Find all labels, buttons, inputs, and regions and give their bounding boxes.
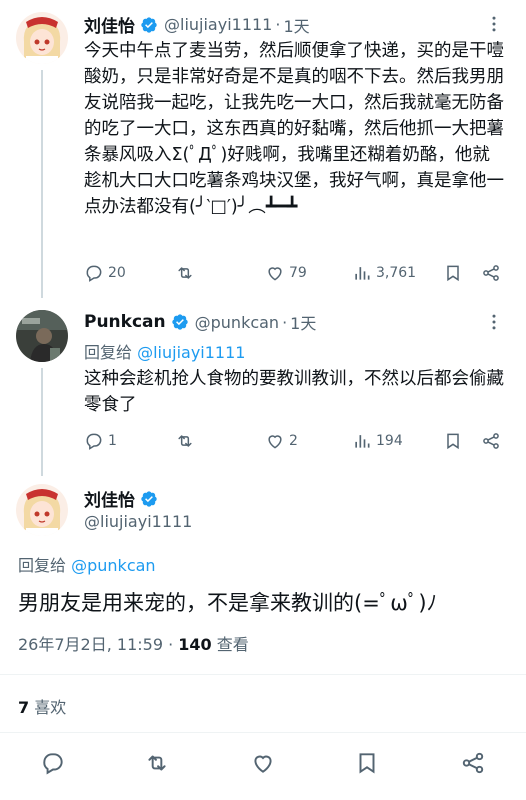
handle[interactable]: @liujiayi1111: [84, 512, 192, 531]
tweet-header: Punkcan @punkcan · 1天: [84, 310, 316, 334]
reply-button[interactable]: 20: [84, 263, 126, 283]
view-count: 3,761: [376, 265, 417, 281]
like-button[interactable]: 2: [265, 431, 298, 451]
reply-icon: [86, 433, 102, 450]
retweet-icon: [178, 435, 192, 447]
avatar[interactable]: [16, 310, 68, 362]
like-button[interactable]: 79: [265, 263, 307, 283]
tweet-text: 今天中午点了麦当劳，然后顺便拿了快递，买的是干噎酸奶，只是非常好奇是不是真的咽不…: [84, 41, 504, 217]
heart-icon: [268, 267, 282, 281]
verified-badge-icon: [141, 16, 157, 33]
like-count: 2: [289, 433, 298, 449]
retweet-button[interactable]: [175, 263, 195, 283]
separator: ·: [275, 15, 281, 34]
tweet-text: 这种会趁机抢人食物的要教训教训，不然以后都会偷藏零食了: [84, 369, 504, 415]
tweet-text: 男朋友是用来宠的，不是拿来教训的(=ﾟωﾟ)ﾉ: [18, 591, 438, 615]
views-chart-icon: [355, 267, 370, 280]
display-name[interactable]: 刘佳怡: [84, 486, 135, 511]
tweet-meta: 26年7月2日, 11:59 · 140 查看: [18, 631, 249, 655]
heart-icon[interactable]: [250, 750, 276, 776]
likes-label: 喜欢: [29, 698, 67, 717]
views-label: 查看: [211, 635, 249, 654]
separator: ·: [282, 312, 288, 332]
avatar[interactable]: [16, 484, 68, 536]
tweet-date[interactable]: 26年7月2日, 11:59 ·: [18, 635, 178, 654]
bookmark-icon[interactable]: [443, 263, 463, 283]
like-count: 79: [289, 265, 307, 281]
likes-count: 7: [18, 698, 30, 717]
retweet-button[interactable]: [175, 431, 195, 451]
avatar-anime-girl-image: [16, 484, 68, 536]
verified-badge-icon: [171, 314, 188, 330]
share-icon[interactable]: [481, 263, 501, 283]
avatar-dark-photo-image: [16, 310, 68, 362]
display-name[interactable]: Punkcan: [84, 312, 166, 332]
avatar-anime-girl-image: [16, 12, 68, 64]
timestamp[interactable]: 1天: [283, 13, 309, 37]
reply-handle-link[interactable]: @liujiayi1111: [137, 343, 245, 362]
reply-count: 20: [108, 265, 126, 281]
views-button[interactable]: 3,761: [352, 263, 416, 283]
views-count: 140: [178, 635, 212, 654]
reply-prefix: 回复给: [84, 343, 133, 362]
handle[interactable]: @liujiayi1111: [164, 15, 272, 34]
views-chart-icon: [355, 435, 370, 448]
display-name[interactable]: 刘佳怡: [84, 12, 135, 37]
view-count: 194: [376, 433, 403, 449]
share-icon[interactable]: [481, 431, 501, 451]
thread-line: [41, 70, 43, 298]
reply-icon[interactable]: [40, 750, 66, 776]
tweet-header: 刘佳怡 @liujiayi1111 · 1天: [84, 12, 310, 37]
reply-count: 1: [108, 433, 117, 449]
bookmark-icon[interactable]: [443, 431, 463, 451]
heart-icon: [268, 435, 282, 449]
share-icon[interactable]: [460, 750, 486, 776]
more-options-icon[interactable]: [484, 14, 504, 34]
retweet-icon[interactable]: [144, 750, 170, 776]
reply-handle-link[interactable]: @punkcan: [71, 556, 155, 575]
handle[interactable]: @punkcan: [195, 313, 279, 332]
thread-line: [41, 368, 43, 476]
views-button[interactable]: 194: [352, 431, 403, 451]
reply-button[interactable]: 1: [84, 431, 117, 451]
divider: [0, 732, 526, 733]
replying-to: 回复给 @liujiayi1111: [84, 339, 245, 363]
more-options-icon[interactable]: [484, 312, 504, 332]
timestamp[interactable]: 1天: [290, 310, 316, 334]
bookmark-icon[interactable]: [354, 750, 380, 776]
tweet-header: 刘佳怡: [84, 486, 158, 511]
divider: [0, 674, 526, 675]
avatar[interactable]: [16, 12, 68, 64]
verified-badge-icon: [141, 490, 157, 507]
retweet-icon: [178, 267, 192, 279]
reply-icon: [86, 265, 102, 282]
replying-to: 回复给 @punkcan: [18, 552, 156, 576]
likes-summary[interactable]: 7 喜欢: [18, 694, 66, 718]
reply-prefix: 回复给: [18, 556, 67, 575]
